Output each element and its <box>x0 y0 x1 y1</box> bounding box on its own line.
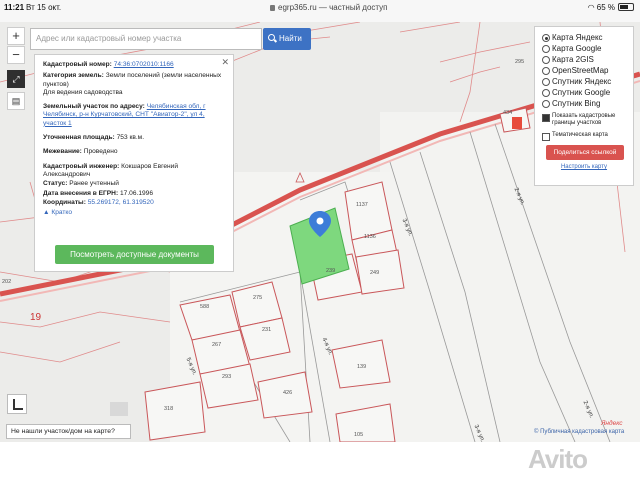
battery-icon <box>618 3 634 11</box>
parcel-label: 249 <box>370 270 380 276</box>
radio-icon <box>542 56 550 64</box>
view-documents-button[interactable]: Посмотреть доступные документы <box>55 245 214 264</box>
layer-option-label: OpenStreetMap <box>552 66 609 75</box>
area-label: Уточненная площадь: <box>43 134 115 142</box>
parcel-label: 588 <box>200 304 210 310</box>
status-bar: 11:21 Вт 15 окт. egrp365.ru — частный до… <box>0 0 640 22</box>
parcel-info-panel: ✕ Кадастровый номер: 74:36:0702010:1166 … <box>34 54 234 272</box>
layers-toggle-icon[interactable] <box>7 394 27 414</box>
fullscreen-icon[interactable]: ⤢ <box>7 70 25 88</box>
attribution-link[interactable]: © Публичная кадастровая карта <box>534 429 624 435</box>
survey-label: Межевание: <box>43 148 82 156</box>
collapse-link[interactable]: ▲ Кратко <box>43 209 225 217</box>
thematic-map-label: Тематическая карта <box>552 132 608 138</box>
collapse-link-label: Кратко <box>51 209 73 217</box>
layer-option[interactable]: Карта 2GIS <box>540 54 628 65</box>
share-link-button[interactable]: Поделиться ссылкой <box>546 145 624 160</box>
radio-icon <box>542 78 550 86</box>
layer-option-label: Спутник Яндекс <box>552 77 612 86</box>
parcel-label: 434 <box>503 110 513 116</box>
checkbox-icon <box>542 114 550 122</box>
layer-option[interactable]: Карта Яндекс <box>540 32 628 43</box>
address-bar[interactable]: egrp365.ru — частный доступ <box>270 3 387 12</box>
cad-num-link[interactable]: 74:36:0702010:1166 <box>114 61 174 68</box>
layer-option[interactable]: Карта Google <box>540 43 628 54</box>
avito-watermark: Avito <box>528 444 588 474</box>
parcel-label: 231 <box>262 327 272 333</box>
engineer-label: Кадастровый инженер: <box>43 162 120 170</box>
layer-option[interactable]: OpenStreetMap <box>540 65 628 76</box>
thematic-map-checkbox[interactable]: Тематическая карта <box>540 132 628 141</box>
parcel-label: 426 <box>283 390 293 396</box>
parcel-label: 1137 <box>356 202 368 208</box>
layer-option[interactable]: Спутник Яндекс <box>540 76 628 87</box>
print-icon[interactable]: ▤ <box>7 92 25 110</box>
layer-option-label: Спутник Google <box>552 88 611 97</box>
layer-option-label: Карта Яндекс <box>552 33 603 42</box>
status-label: Статус: <box>43 180 68 188</box>
coords-label: Координаты: <box>43 198 86 206</box>
layer-option-label: Карта Google <box>552 44 602 53</box>
battery-percent: 65 % <box>596 3 615 12</box>
search-button-label: Найти <box>279 34 302 43</box>
not-found-button[interactable]: Не нашли участок/дом на карте? <box>6 424 131 439</box>
purpose-value: Для ведения садоводства <box>43 88 123 96</box>
category-label: Категория земель: <box>43 72 104 80</box>
radio-icon <box>542 45 550 53</box>
parcel-label: 105 <box>354 432 364 438</box>
parcel-label: 267 <box>212 342 222 348</box>
zoom-out-button[interactable]: − <box>7 46 25 64</box>
survey-value: Проведено <box>83 148 118 156</box>
parcel-label: 202 <box>2 279 12 285</box>
layer-option-label: Карта 2GIS <box>552 55 594 64</box>
status-time: 11:21 <box>4 3 25 12</box>
search-icon <box>268 34 275 41</box>
radio-icon <box>542 89 550 97</box>
parcel-label: 318 <box>164 406 174 412</box>
search-button[interactable]: Найти <box>263 28 311 50</box>
area-value: 753 кв.м. <box>116 134 145 142</box>
show-borders-label: Показать кадастровые границы участков <box>552 113 616 126</box>
cad-num-label: Кадастровый номер: <box>43 61 112 68</box>
date-label: Дата внесения в ЕГРН: <box>43 189 119 197</box>
radio-icon <box>542 67 550 75</box>
layer-option[interactable]: Спутник Bing <box>540 98 628 109</box>
quarter-label: 19 <box>30 312 42 323</box>
parcel-label: 239 <box>326 268 336 274</box>
map-layers-panel: Карта Яндекс Карта Google Карта 2GIS OpenSt… <box>534 26 634 186</box>
parcel-label: 275 <box>253 295 263 301</box>
url-text: egrp365.ru — частный доступ <box>278 3 388 12</box>
configure-map-link[interactable]: Настроить карту <box>540 164 628 170</box>
parcel-label: 295 <box>515 59 525 65</box>
radio-icon <box>542 100 550 108</box>
address-label: Земельный участок по адресу: <box>43 103 145 111</box>
search-input[interactable]: Адрес или кадастровый номер участка <box>30 28 262 50</box>
zoom-in-button[interactable]: + <box>7 27 25 45</box>
status-value: Ранее учтенный <box>69 180 119 188</box>
lock-icon <box>270 5 275 11</box>
show-borders-checkbox[interactable]: Показать кадастровые границы участков <box>540 113 628 127</box>
close-icon[interactable]: ✕ <box>221 57 229 66</box>
parcel-label: 293 <box>222 374 232 380</box>
wifi-icon: ◠ <box>587 3 597 12</box>
coords-value[interactable]: 55.269172, 61.319520 <box>88 199 154 206</box>
layer-option[interactable]: Спутник Google <box>540 87 628 98</box>
parcel-label: 139 <box>357 364 367 370</box>
layer-option-label: Спутник Bing <box>552 99 601 108</box>
battery-indicator: ◠ 65 % <box>588 3 634 12</box>
checkbox-icon <box>542 133 550 141</box>
yandex-logo: Яндекс <box>601 420 623 427</box>
parcel-label: 1136 <box>364 234 376 240</box>
status-date: Вт 15 окт. <box>26 3 62 12</box>
date-value: 17.06.1996 <box>119 189 153 197</box>
radio-icon <box>542 34 550 42</box>
